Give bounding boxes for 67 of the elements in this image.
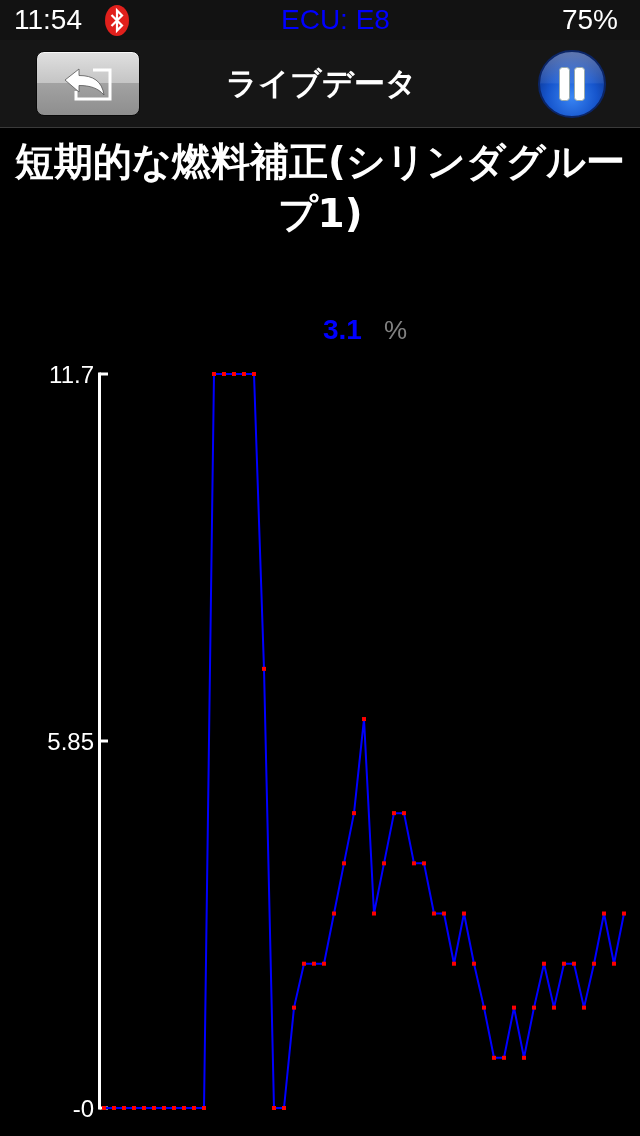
data-point <box>582 1005 586 1010</box>
data-point <box>162 1106 166 1110</box>
data-point <box>332 911 336 916</box>
data-point <box>272 1106 276 1110</box>
data-point <box>542 961 546 966</box>
data-point <box>352 811 356 816</box>
data-point <box>242 372 246 376</box>
data-point <box>132 1106 136 1110</box>
data-point <box>402 811 406 816</box>
data-point <box>252 372 256 376</box>
data-point <box>232 372 236 376</box>
data-point <box>102 1106 106 1110</box>
data-point <box>452 961 456 966</box>
data-point <box>292 1005 296 1010</box>
data-point <box>372 911 376 916</box>
return-arrow-icon <box>64 66 112 101</box>
data-point <box>152 1106 156 1110</box>
data-point <box>302 961 306 966</box>
data-point <box>172 1106 176 1110</box>
axis-tick-label: 5.85 <box>47 727 94 755</box>
data-point <box>192 1106 196 1110</box>
data-point <box>392 811 396 816</box>
data-point <box>322 961 326 966</box>
data-point <box>572 961 576 966</box>
data-point <box>482 1005 486 1010</box>
back-button[interactable] <box>36 51 140 116</box>
data-point <box>202 1106 206 1110</box>
data-point <box>182 1106 186 1110</box>
data-point <box>382 861 386 866</box>
data-point <box>442 911 446 916</box>
data-point <box>112 1106 116 1110</box>
data-point <box>512 1005 516 1010</box>
reading-unit: % <box>383 314 408 347</box>
data-point <box>142 1106 146 1110</box>
data-point <box>282 1106 286 1110</box>
axis-tick-label: -0 <box>72 1094 94 1122</box>
data-point <box>222 372 226 376</box>
data-point <box>522 1055 526 1060</box>
data-point <box>472 961 476 966</box>
data-point <box>312 961 316 966</box>
data-point <box>612 961 616 966</box>
data-point <box>462 911 466 916</box>
data-point <box>602 911 606 916</box>
data-point <box>422 861 426 866</box>
data-point <box>622 911 626 916</box>
bluetooth-icon <box>105 4 129 36</box>
data-point <box>502 1055 506 1060</box>
data-point <box>262 666 266 671</box>
axis-tick-label: 11.7 <box>49 360 94 388</box>
ecu-label: ECU: E8 <box>281 3 390 37</box>
clock-time: 11:54 <box>14 3 82 37</box>
data-point <box>362 717 366 722</box>
data-point <box>212 372 216 376</box>
data-point <box>532 1005 536 1010</box>
pause-icon <box>559 66 585 101</box>
data-point <box>432 911 436 916</box>
parameter-title: 短期的な燃料補正(シリンダグループ1) <box>14 138 626 238</box>
data-point <box>552 1005 556 1010</box>
data-point <box>562 961 566 966</box>
screen-title: ライブデータ <box>225 63 417 103</box>
reading-value: 3.1 <box>322 313 362 347</box>
data-point <box>122 1106 126 1110</box>
data-point <box>592 961 596 966</box>
data-point <box>492 1055 496 1060</box>
battery-percent: 75% <box>561 3 618 37</box>
data-point <box>412 861 416 866</box>
data-point <box>342 861 346 866</box>
